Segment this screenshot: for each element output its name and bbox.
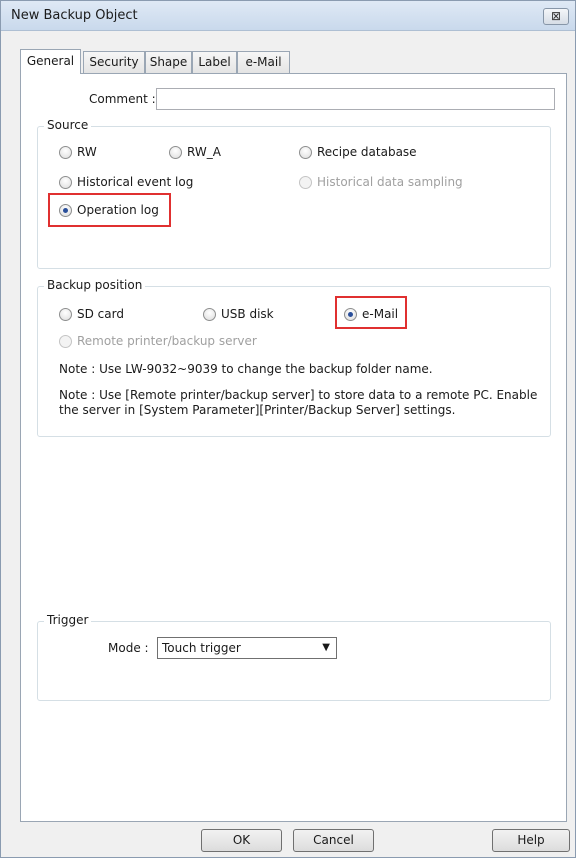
mode-label: Mode : [108,641,149,655]
backup-dialog: New Backup Object ⊠ General Security Sha… [0,0,576,858]
radio-recipe-database-label: Recipe database [317,145,417,159]
radio-rw-a-indicator [169,146,182,159]
close-icon[interactable]: ⊠ [543,8,569,25]
radio-rw-label: RW [77,145,97,159]
radio-remote-printer-backup-server-indicator [59,335,72,348]
radio-historical-event-log-indicator [59,176,72,189]
radio-usb-disk-indicator [203,308,216,321]
chevron-down-icon: ▼ [322,642,330,653]
radio-recipe-database-indicator [299,146,312,159]
trigger-group-title: Trigger [44,613,92,627]
title-bar: New Backup Object ⊠ [1,1,575,31]
backup-folder-note: Note : Use LW-9032~9039 to change the ba… [59,362,433,376]
radio-operation-log-label: Operation log [77,203,159,217]
radio-email-label: e-Mail [362,307,399,321]
radio-historical-data-sampling-indicator [299,176,312,189]
help-button[interactable]: Help [492,829,570,852]
tab-general[interactable]: General [20,49,81,74]
radio-usb-disk-label: USB disk [221,307,274,321]
radio-rw-a-label: RW_A [187,145,221,159]
source-group: Source RW RW_A Recipe database Historica… [37,118,551,269]
radio-rw-indicator [59,146,72,159]
mode-dropdown[interactable]: Touch trigger ▼ [157,637,337,659]
radio-operation-log-indicator [59,204,72,217]
tab-shape[interactable]: Shape [145,51,192,73]
window-title: New Backup Object [11,8,138,23]
radio-sd-card-indicator [59,308,72,321]
tab-label[interactable]: Label [192,51,237,73]
remote-server-note: Note : Use [Remote printer/backup server… [59,388,538,417]
cancel-button[interactable]: Cancel [293,829,374,852]
source-group-title: Source [44,118,92,132]
radio-sd-card-label: SD card [77,307,124,321]
comment-label: Comment : [89,92,156,106]
general-panel: Comment : Source RW RW_A Recipe database… [20,73,567,822]
mode-dropdown-value: Touch trigger [162,641,241,655]
backup-position-group-title: Backup position [44,278,146,292]
backup-position-group: Backup position SD card USB disk e-Mail … [37,278,551,437]
radio-email-indicator [344,308,357,321]
ok-button[interactable]: OK [201,829,282,852]
radio-remote-printer-backup-server-label: Remote printer/backup server [77,334,257,348]
comment-input[interactable] [156,88,555,110]
tab-email[interactable]: e-Mail [237,51,290,73]
trigger-group: Trigger Mode : Touch trigger ▼ [37,613,551,701]
radio-historical-data-sampling-label: Historical data sampling [317,175,463,189]
tab-security[interactable]: Security [83,51,145,73]
radio-historical-event-log-label: Historical event log [77,175,194,189]
